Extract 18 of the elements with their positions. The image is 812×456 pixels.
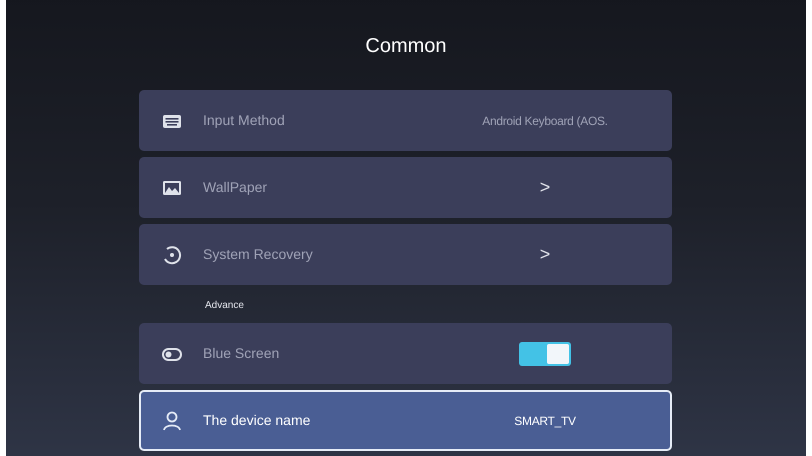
person-icon: [161, 410, 183, 432]
settings-row[interactable]: The device name SMART_TV: [139, 390, 672, 451]
row-label: WallPaper: [203, 178, 268, 197]
row-label: Blue Screen: [203, 344, 280, 363]
settings-row[interactable]: System Recovery >: [139, 224, 672, 285]
settings-row[interactable]: Blue Screen: [139, 323, 672, 384]
settings-row[interactable]: Input Method Android Keyboard (AOS.: [139, 90, 672, 151]
chevron-icon: >: [540, 174, 550, 201]
page-title: Common: [364, 34, 448, 59]
row-label: The device name: [203, 411, 312, 430]
row-label: Input Method: [203, 111, 286, 130]
settings-row[interactable]: WallPaper >: [139, 157, 672, 218]
section-header: Advance: [205, 299, 245, 313]
row-label: System Recovery: [203, 245, 314, 264]
chevron-icon: >: [540, 241, 550, 268]
row-value: Android Keyboard (AOS.: [482, 112, 608, 130]
toggle-switch[interactable]: [519, 342, 571, 366]
row-value: SMART_TV: [514, 412, 576, 430]
